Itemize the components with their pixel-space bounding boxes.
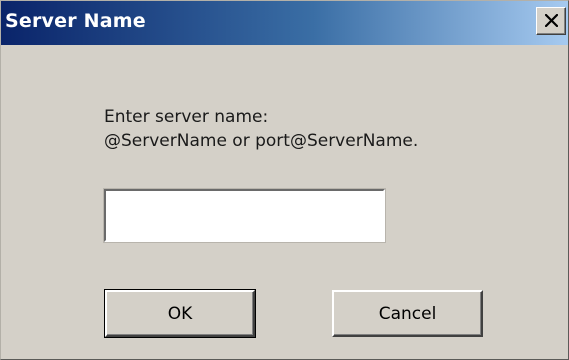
ok-button[interactable]: OK <box>104 289 256 338</box>
prompt-line-1: Enter server name: <box>104 107 269 127</box>
server-name-dialog: Server Name Enter server name: @ServerNa… <box>0 0 569 360</box>
close-button[interactable] <box>536 7 566 35</box>
prompt-text: Enter server name: @ServerName or port@S… <box>104 105 418 153</box>
close-icon <box>545 14 558 27</box>
server-name-input[interactable] <box>104 189 385 242</box>
prompt-line-2: @ServerName or port@ServerName. <box>104 131 419 151</box>
cancel-button[interactable]: Cancel <box>332 290 483 337</box>
window-title: Server Name <box>5 10 146 32</box>
title-bar[interactable]: Server Name <box>1 1 568 45</box>
